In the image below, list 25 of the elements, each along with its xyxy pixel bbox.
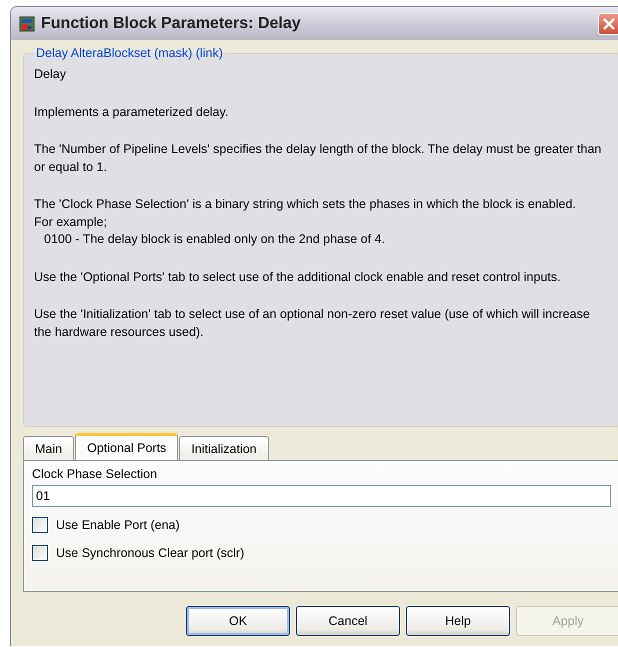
field-label: Clock Phase Selection — [32, 467, 158, 481]
description-text: The 'Number of Pipeline Levels' specifies the delay length of the block. The delay must be greater than or equal to 1. — [34, 141, 602, 176]
description-text: The 'Clock Phase Selection' is a binary string which sets the phases in which the block is enabled. — [34, 196, 577, 213]
window-title: Function Block Parameters: Delay — [41, 14, 302, 32]
input-field[interactable]: 01 — [32, 485, 611, 507]
block-diagram-icon — [19, 16, 35, 32]
description-text: Use the 'Initialization' tab to select use of an optional non-zero reset value (use of which will increase the hardware resources used). — [34, 306, 591, 341]
tab[interactable]: Initialization — [179, 436, 269, 460]
group-title: Delay AlteraBlockset (mask) (link) — [35, 46, 224, 60]
checkbox-label[interactable]: Use Enable Port (ena) — [56, 518, 180, 532]
close-icon — [602, 16, 616, 30]
description-text: Implements a parameterized delay. — [34, 104, 230, 121]
dialog-button[interactable]: OK — [186, 606, 290, 636]
description-text: 0100 - The delay block is enabled only on the 2nd phase of 4. — [43, 231, 386, 248]
checkbox-label[interactable]: Use Synchronous Clear port (sclr) — [56, 546, 244, 560]
close-button[interactable] — [598, 12, 618, 34]
description-text: Use the 'Optional Ports' tab to select use of the additional clock enable and reset control inputs. — [34, 268, 562, 286]
checkbox[interactable] — [32, 545, 48, 561]
checkbox[interactable] — [32, 517, 48, 533]
description-text: Delay — [34, 66, 67, 83]
dialog-button[interactable]: Cancel — [296, 606, 400, 636]
tab[interactable]: Optional Ports — [75, 433, 178, 460]
tab[interactable]: Main — [23, 436, 74, 460]
dialog-button[interactable]: Help — [406, 606, 510, 636]
description-text: For example; — [34, 214, 108, 231]
